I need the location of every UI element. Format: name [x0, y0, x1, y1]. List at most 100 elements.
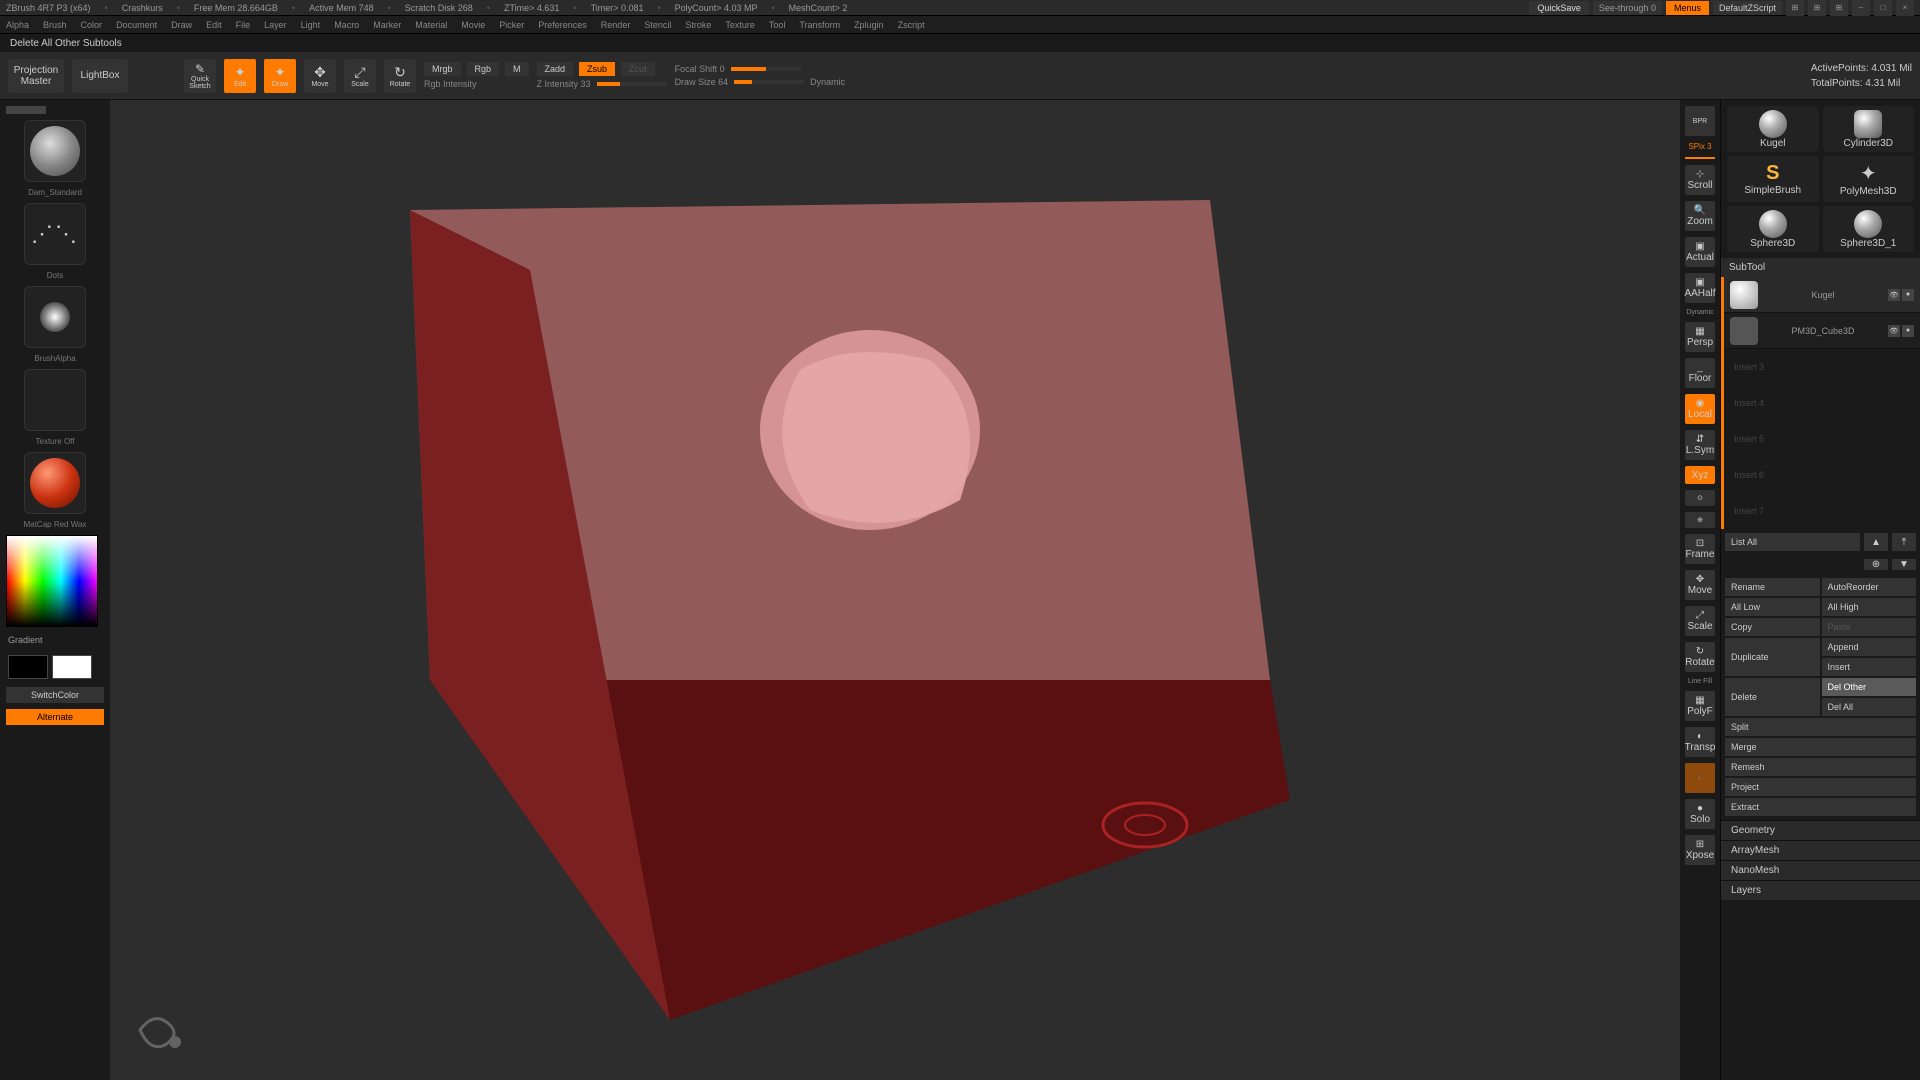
center-button[interactable]: ⊙	[1685, 490, 1715, 506]
switch-color-button[interactable]: SwitchColor	[6, 687, 104, 703]
move-button[interactable]: ✥Move	[304, 59, 336, 93]
menu-movie[interactable]: Movie	[461, 20, 485, 30]
draw-size-slider[interactable]: Draw Size 64	[675, 77, 729, 87]
menu-document[interactable]: Document	[116, 20, 157, 30]
fit-button[interactable]: ⊕	[1685, 512, 1715, 528]
window-icon-2[interactable]: ⊞	[1808, 0, 1826, 16]
primary-color[interactable]	[52, 655, 92, 679]
local-button[interactable]: ◉Local	[1685, 394, 1715, 424]
menu-light[interactable]: Light	[301, 20, 321, 30]
floor-button[interactable]: _Floor	[1685, 358, 1715, 388]
menu-brush[interactable]: Brush	[43, 20, 67, 30]
move-view-button[interactable]: ✥Move	[1685, 570, 1715, 600]
zsub-button[interactable]: Zsub	[579, 62, 615, 76]
subtool-vis-icon[interactable]: 👁	[1888, 325, 1900, 337]
menu-material[interactable]: Material	[415, 20, 447, 30]
delete-button[interactable]: Delete	[1725, 678, 1820, 716]
nanomesh-section[interactable]: NanoMesh	[1721, 860, 1920, 880]
tray-handle[interactable]	[6, 106, 46, 114]
edit-button[interactable]: ✦Edit	[224, 59, 256, 93]
actual-button[interactable]: ▣Actual	[1685, 237, 1715, 267]
solo-button[interactable]: ●Solo	[1685, 799, 1715, 829]
menu-layer[interactable]: Layer	[264, 20, 287, 30]
menu-stencil[interactable]: Stencil	[644, 20, 671, 30]
m-button[interactable]: M	[505, 62, 529, 76]
quicksave-button[interactable]: QuickSave	[1529, 1, 1589, 15]
draw-button[interactable]: ✦Draw	[264, 59, 296, 93]
tool-kugel[interactable]: Kugel	[1727, 106, 1819, 152]
move-end-up-button[interactable]: ⤒	[1892, 533, 1916, 551]
brush-swatch[interactable]	[24, 120, 86, 182]
transp-button[interactable]: ◐Transp	[1685, 727, 1715, 757]
menu-marker[interactable]: Marker	[373, 20, 401, 30]
subtool-paint-icon[interactable]: ●	[1902, 289, 1914, 301]
merge-section[interactable]: Merge	[1725, 738, 1916, 756]
arraymesh-section[interactable]: ArrayMesh	[1721, 840, 1920, 860]
gradient-toggle[interactable]: Gradient	[6, 633, 104, 647]
menu-stroke[interactable]: Stroke	[685, 20, 711, 30]
color-picker[interactable]	[6, 535, 98, 627]
paste-button[interactable]: Paste	[1822, 618, 1917, 636]
mrgb-button[interactable]: Mrgb	[424, 62, 461, 76]
alternate-button[interactable]: Alternate	[6, 709, 104, 725]
z-intensity-slider[interactable]: Z Intensity 33	[537, 79, 591, 89]
del-all-button[interactable]: Del All	[1822, 698, 1917, 716]
texture-swatch[interactable]	[24, 369, 86, 431]
lightbox-button[interactable]: LightBox	[72, 59, 128, 93]
zadd-button[interactable]: Zadd	[537, 62, 574, 76]
duplicate-button[interactable]: Duplicate	[1725, 638, 1820, 676]
rename-button[interactable]: Rename	[1725, 578, 1820, 596]
seethrough-slider[interactable]: See-through 0	[1593, 1, 1662, 15]
move-dup-button[interactable]: ⊕	[1864, 559, 1888, 570]
rgb-button[interactable]: Rgb	[467, 62, 500, 76]
scale-view-button[interactable]: ⤢Scale	[1685, 606, 1715, 636]
tool-cylinder[interactable]: Cylinder3D	[1823, 106, 1915, 152]
menu-zscript[interactable]: Zscript	[898, 20, 925, 30]
subtool-header[interactable]: SubTool	[1721, 258, 1920, 277]
append-button[interactable]: Append	[1822, 638, 1917, 656]
bpr-button[interactable]: BPR	[1685, 106, 1715, 136]
material-swatch[interactable]	[24, 452, 86, 514]
move-up-button[interactable]: ▲	[1864, 533, 1888, 551]
extract-section[interactable]: Extract	[1725, 798, 1916, 816]
layers-section[interactable]: Layers	[1721, 880, 1920, 900]
menu-picker[interactable]: Picker	[499, 20, 524, 30]
menu-preferences[interactable]: Preferences	[538, 20, 587, 30]
window-icon-1[interactable]: ⊞	[1786, 0, 1804, 16]
del-other-button[interactable]: Del Other	[1822, 678, 1917, 696]
aahalf-button[interactable]: ▣AAHalf	[1685, 273, 1715, 303]
polyf-button[interactable]: ▦PolyF	[1685, 691, 1715, 721]
tool-simplebrush[interactable]: SSimpleBrush	[1727, 156, 1819, 202]
tool-polymesh[interactable]: ✦PolyMesh3D	[1823, 156, 1915, 202]
scale-button[interactable]: ⤢Scale	[344, 59, 376, 93]
project-section[interactable]: Project	[1725, 778, 1916, 796]
geometry-section[interactable]: Geometry	[1721, 820, 1920, 840]
secondary-color[interactable]	[8, 655, 48, 679]
menu-render[interactable]: Render	[601, 20, 631, 30]
alllow-button[interactable]: All Low	[1725, 598, 1820, 616]
subtool-row-cube[interactable]: PM3D_Cube3D 👁●	[1724, 313, 1920, 349]
quicksketch-button[interactable]: ✎Quick Sketch	[184, 59, 216, 93]
rotate-view-button[interactable]: ↻Rotate	[1685, 642, 1715, 672]
menu-tool[interactable]: Tool	[769, 20, 786, 30]
rotate-button[interactable]: ↻Rotate	[384, 59, 416, 93]
alpha-swatch[interactable]	[24, 286, 86, 348]
menu-transform[interactable]: Transform	[799, 20, 840, 30]
tool-sphere3d-1[interactable]: Sphere3D_1	[1823, 206, 1915, 252]
close-button[interactable]: ×	[1896, 0, 1914, 16]
subtool-row-kugel[interactable]: Kugel 👁●	[1724, 277, 1920, 313]
stroke-swatch[interactable]: ⋰⋱	[24, 203, 86, 265]
menu-zplugin[interactable]: Zplugin	[854, 20, 884, 30]
persp-button[interactable]: ▦Persp	[1685, 322, 1715, 352]
split-section[interactable]: Split	[1725, 718, 1916, 736]
menus-toggle[interactable]: Menus	[1666, 1, 1709, 15]
autoreorder-button[interactable]: AutoReorder	[1822, 578, 1917, 596]
frame-button[interactable]: ⊡Frame	[1685, 534, 1715, 564]
insert-button[interactable]: Insert	[1822, 658, 1917, 676]
default-zscript[interactable]: DefaultZScript	[1713, 1, 1782, 15]
window-icon-3[interactable]: ⊞	[1830, 0, 1848, 16]
focal-shift-slider[interactable]: Focal Shift 0	[675, 64, 725, 74]
maximize-button[interactable]: □	[1874, 0, 1892, 16]
subtool-vis-icon[interactable]: 👁	[1888, 289, 1900, 301]
minimize-button[interactable]: –	[1852, 0, 1870, 16]
